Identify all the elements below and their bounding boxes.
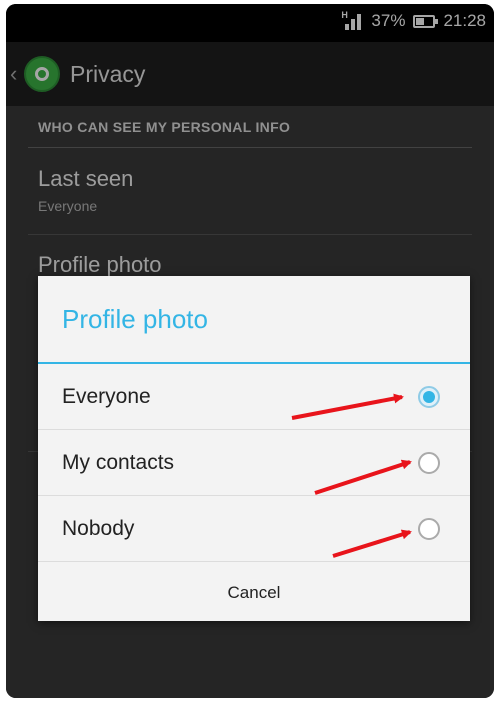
arrow-to-my-contacts bbox=[314, 459, 412, 495]
arrow-to-nobody bbox=[332, 529, 412, 558]
annotation-arrows bbox=[291, 393, 412, 558]
arrow-to-everyone bbox=[291, 393, 404, 420]
